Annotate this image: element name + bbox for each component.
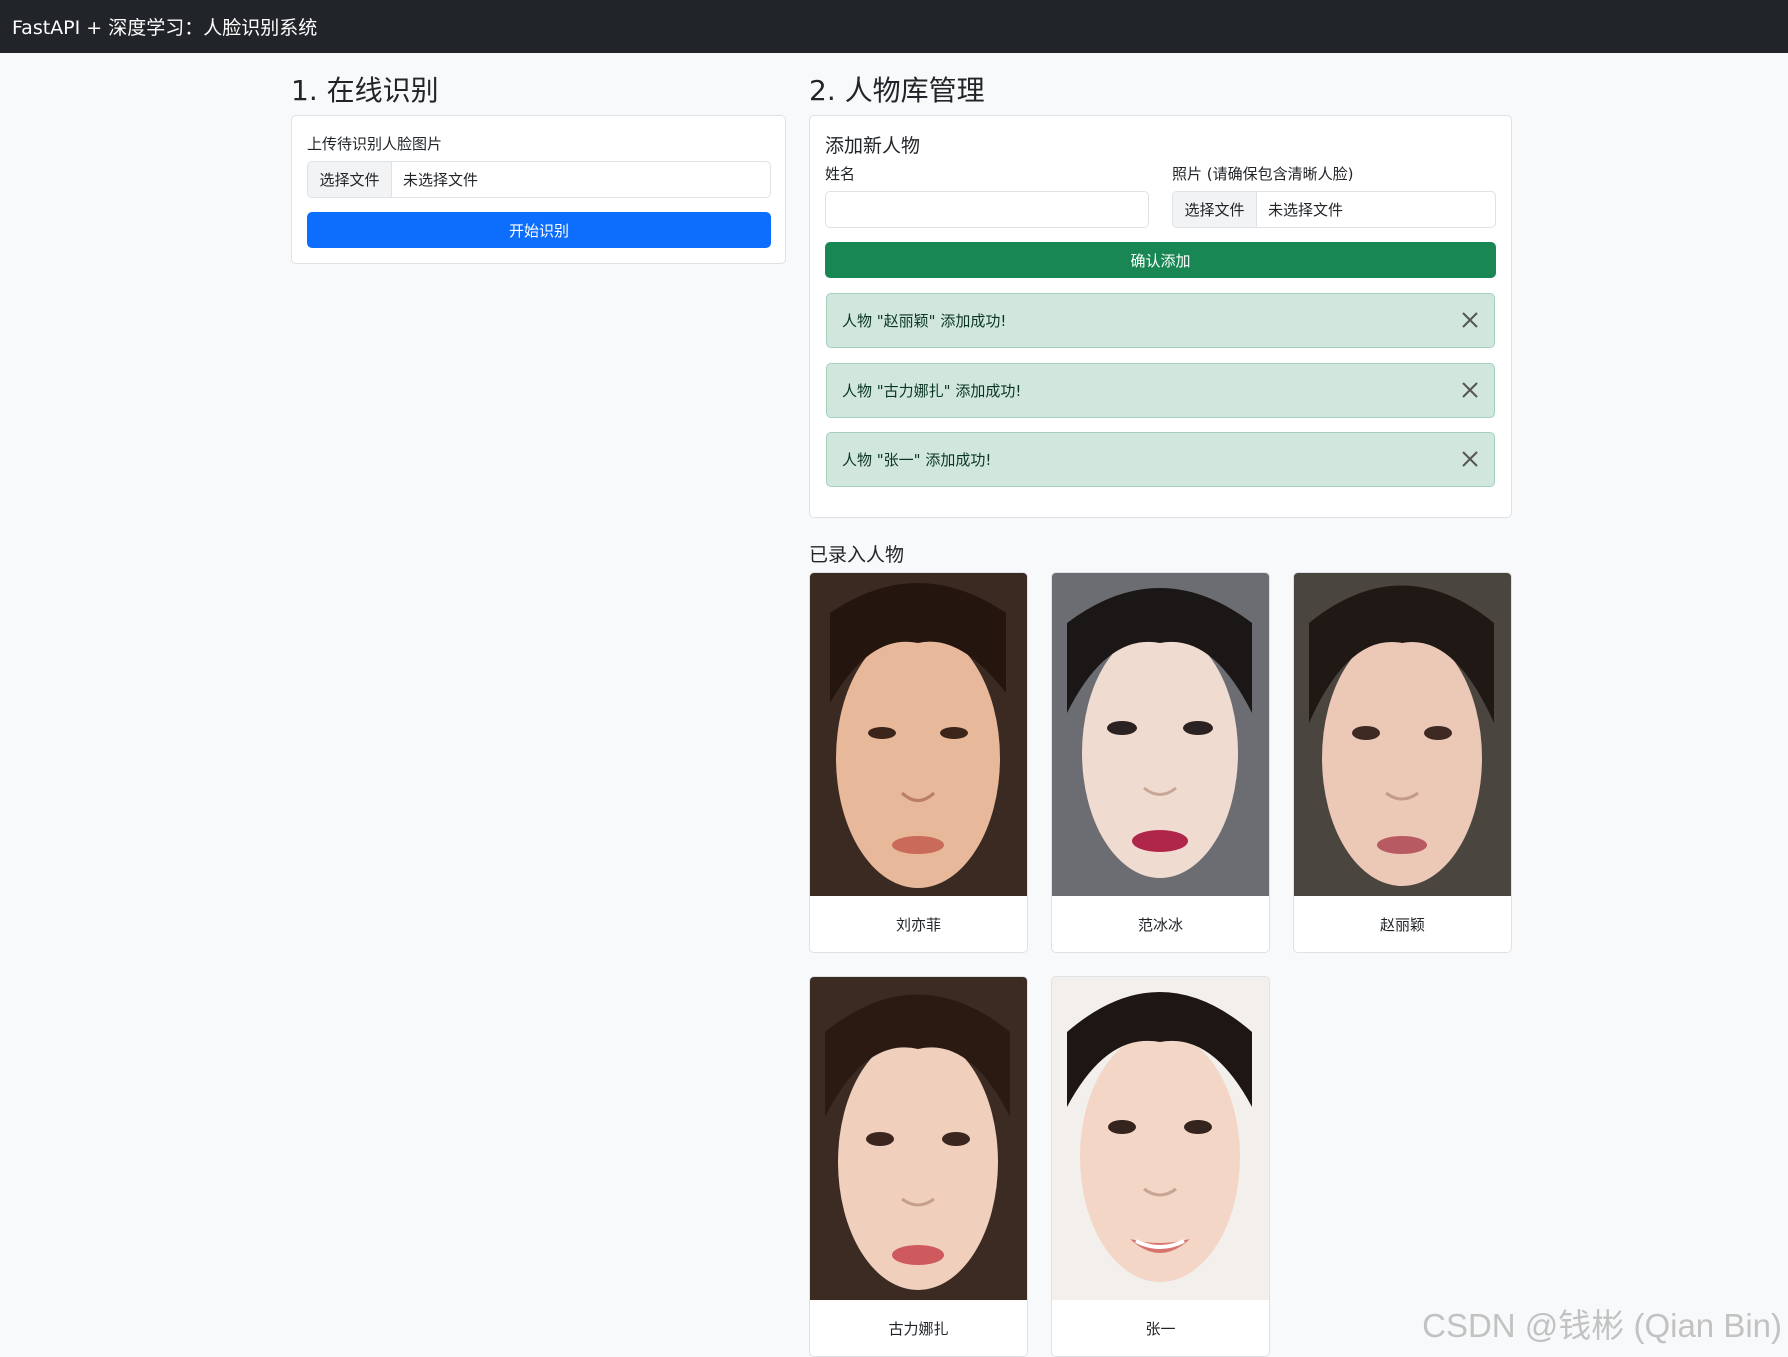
confirm-add-button[interactable]: 确认添加 [825,242,1496,278]
name-label: 姓名 [825,165,856,183]
close-icon[interactable] [1458,308,1482,332]
navbar-brand[interactable]: FastAPI + 深度学习：人脸识别系统 [12,13,317,40]
close-icon[interactable] [1458,447,1482,471]
recognize-file-input[interactable]: 选择文件 未选择文件 [307,161,771,198]
person-name: 赵丽颖 [1379,915,1425,934]
alert-text: 人物 "赵丽颖" 添加成功! [842,312,1007,330]
enrolled-title: 已录入人物 [809,544,905,566]
person-name: 张一 [1145,1319,1176,1338]
person-card[interactable]: 张一 [1051,976,1270,1357]
recognize-section-title: 1. 在线识别 [291,74,439,107]
choose-file-button[interactable]: 选择文件 [308,162,392,197]
person-photo [1052,977,1269,1300]
watermark: CSDN @钱彬 (Qian Bin) [1422,1307,1782,1344]
success-alert: 人物 "古力娜扎" 添加成功! [826,363,1495,418]
person-name: 古力娜扎 [888,1319,949,1338]
person-photo [810,573,1027,896]
upload-label: 上传待识别人脸图片 [307,135,443,153]
person-name: 范冰冰 [1137,915,1183,934]
navbar: FastAPI + 深度学习：人脸识别系统 [0,0,1788,53]
choose-photo-button[interactable]: 选择文件 [1173,192,1257,227]
photo-file-input[interactable]: 选择文件 未选择文件 [1172,191,1496,228]
name-input[interactable] [825,191,1149,228]
success-alert: 人物 "张一" 添加成功! [826,432,1495,487]
add-person-title: 添加新人物 [825,135,921,157]
library-section-title: 2. 人物库管理 [809,74,985,107]
close-icon[interactable] [1458,378,1482,402]
photo-label: 照片 (请确保包含清晰人脸) [1172,165,1354,183]
person-photo [1052,573,1269,896]
person-name: 刘亦菲 [895,915,941,934]
person-card[interactable]: 范冰冰 [1051,572,1270,953]
alert-text: 人物 "张一" 添加成功! [842,451,992,469]
person-card[interactable]: 刘亦菲 [809,572,1028,953]
start-recognition-button[interactable]: 开始识别 [307,212,771,248]
success-alert: 人物 "赵丽颖" 添加成功! [826,293,1495,348]
person-card[interactable]: 古力娜扎 [809,976,1028,1357]
person-card[interactable]: 赵丽颖 [1293,572,1512,953]
recognize-card: 上传待识别人脸图片 选择文件 未选择文件 开始识别 [291,115,786,264]
alert-text: 人物 "古力娜扎" 添加成功! [842,382,1022,400]
file-status: 未选择文件 [403,171,479,189]
photo-file-status: 未选择文件 [1268,201,1344,219]
person-photo [1294,573,1511,896]
person-photo [810,977,1027,1300]
